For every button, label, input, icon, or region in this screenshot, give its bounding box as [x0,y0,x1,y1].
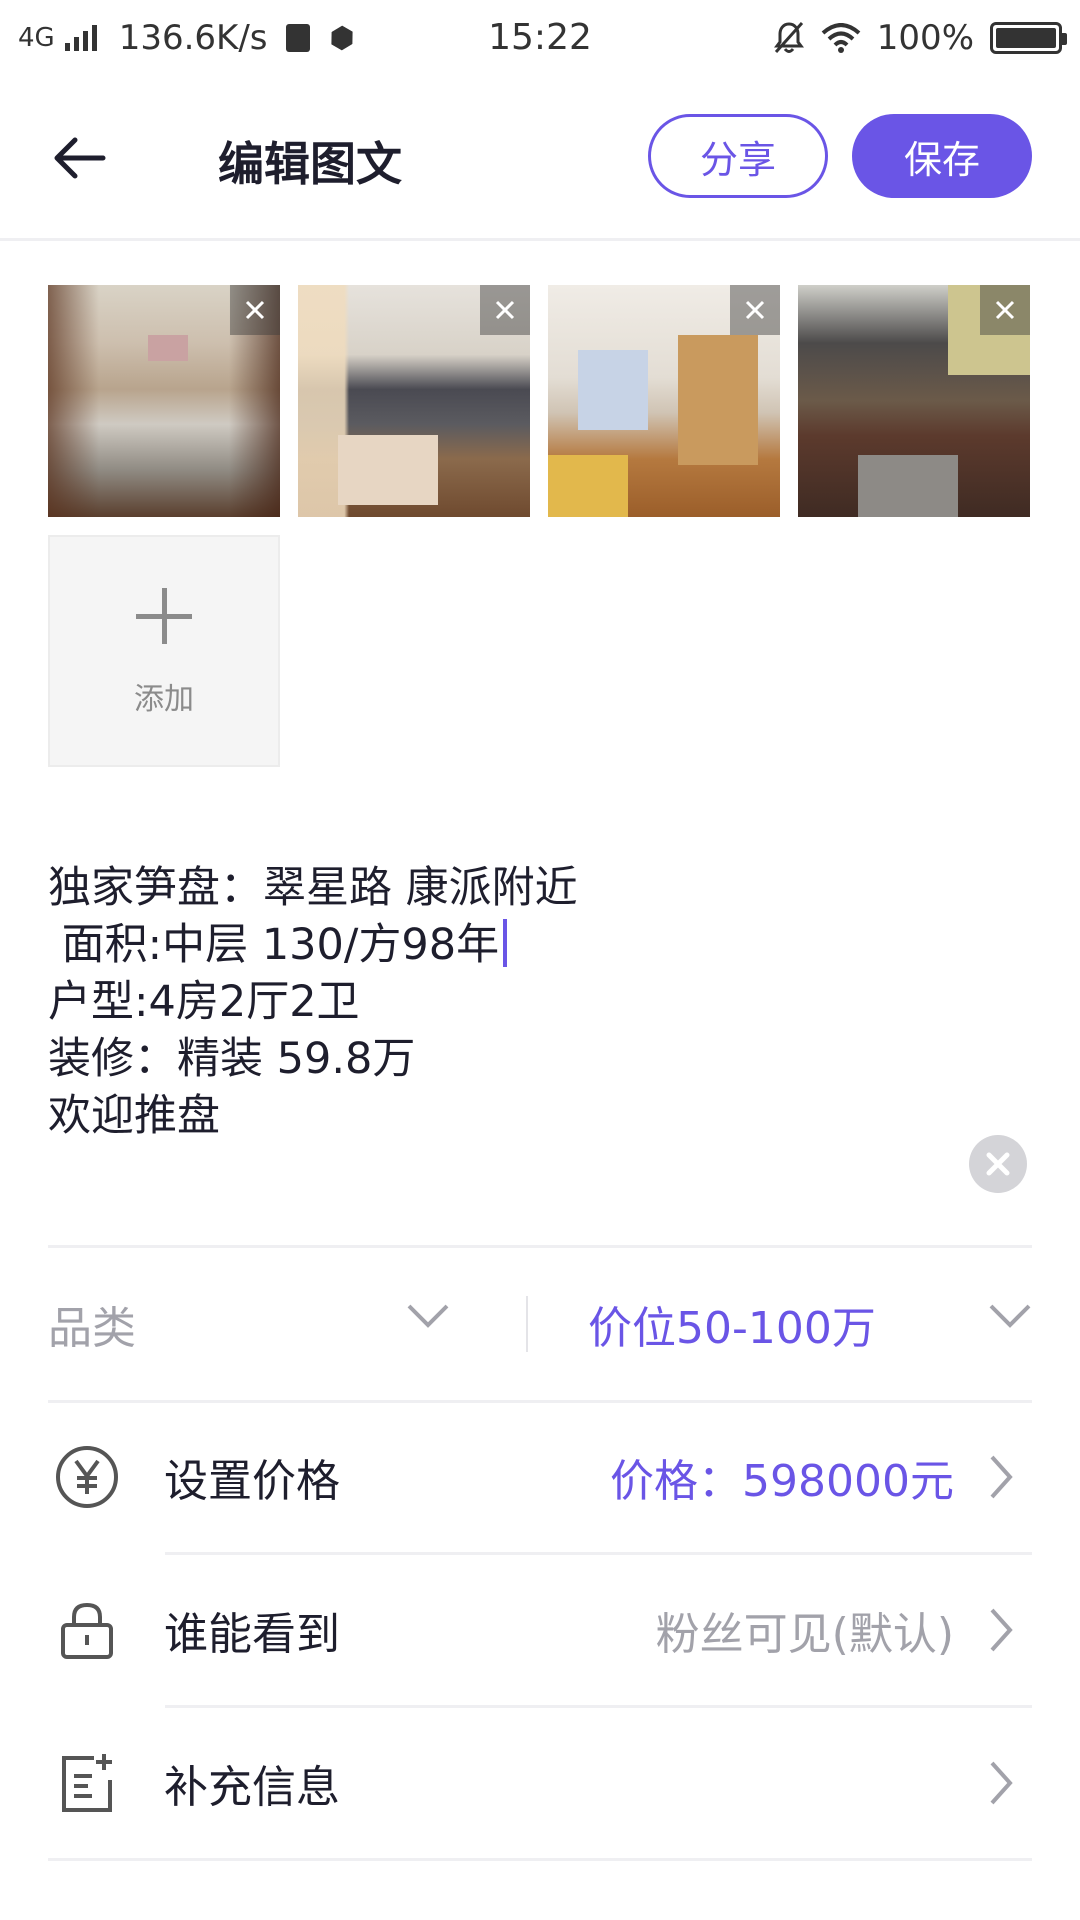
clear-text-button[interactable] [969,1135,1027,1193]
chevron-down-icon [407,1304,449,1328]
photo-bedroom[interactable] [298,285,530,517]
chevron-right-icon [990,1608,1013,1652]
chevron-right-icon [990,1761,1013,1805]
wifi-icon [821,23,861,53]
counter [858,455,958,517]
yuan-icon [56,1446,118,1508]
photo-kitchen[interactable] [798,285,1030,517]
price-range-value: 价位50-100万 [588,1303,876,1354]
crib [338,435,438,505]
add-photo-label: 添加 [134,682,194,717]
description-line: 户型:4房2厅2卫 [48,977,360,1027]
extra-info-label: 补充信息 [164,1762,340,1813]
category-placeholder: 品类 [48,1303,136,1354]
visibility-label: 谁能看到 [164,1609,340,1660]
close-icon [986,1152,1010,1176]
description-line: 欢迎推盘 [48,1091,220,1141]
lock-icon [61,1602,113,1659]
description-line: 面积:中层 130/方98年 [48,917,988,974]
header: 编辑图文 分享 保存 [0,76,1080,241]
share-button[interactable]: 分享 [648,114,828,198]
remove-photo-button[interactable] [480,285,530,335]
battery-icon [990,22,1067,54]
add-photo-button[interactable]: 添加 [48,535,280,767]
set-price-label: 设置价格 [164,1456,340,1507]
divider [48,1858,1032,1861]
save-button[interactable]: 保存 [852,114,1032,198]
filter-separator [526,1296,528,1352]
visibility-row[interactable]: 谁能看到 粉丝可见(默认) [48,1555,1032,1705]
close-icon [995,300,1015,320]
plus-icon [136,588,192,644]
category-dropdown[interactable]: 品类 [48,1248,480,1400]
text-cursor [503,919,508,967]
wardrobe [678,335,758,465]
mute-bell-icon [773,21,804,54]
battery-percent: 100% [876,18,974,58]
price-value: 价格：598000元 [610,1456,954,1507]
arrow-left-icon [54,137,106,179]
set-price-row[interactable]: 设置价格 价格：598000元 [48,1402,1032,1552]
filter-row: 品类 价位50-100万 [48,1248,1032,1400]
chevron-right-icon [990,1455,1013,1499]
remove-photo-button[interactable] [230,285,280,335]
back-button[interactable] [44,126,114,190]
photo-kids-room[interactable] [548,285,780,517]
extra-info-row[interactable]: 补充信息 [48,1708,1032,1858]
description-editor[interactable]: 独家笋盘：翠星路 康派附近 面积:中层 130/方98年 户型:4房2厅2卫 装… [48,860,988,1145]
description-line: 独家笋盘：翠星路 康派附近 [48,863,578,913]
wall-painting [148,335,188,361]
price-range-dropdown[interactable]: 价位50-100万 [588,1248,1032,1400]
page-title: 编辑图文 [218,137,402,191]
note-add-icon [62,1754,112,1812]
close-icon [495,300,515,320]
close-icon [745,300,765,320]
close-icon [245,300,265,320]
photo-living-room[interactable] [48,285,280,517]
visibility-value: 粉丝可见(默认) [655,1609,954,1660]
remove-photo-button[interactable] [730,285,780,335]
description-line: 装修：精装 59.8万 [48,1034,416,1084]
status-bar: 4G 136.6K/s 15:22 100% [0,0,1080,76]
bookshelf [578,350,648,430]
remove-photo-button[interactable] [980,285,1030,335]
bed [548,455,628,517]
chevron-down-icon [989,1304,1031,1328]
